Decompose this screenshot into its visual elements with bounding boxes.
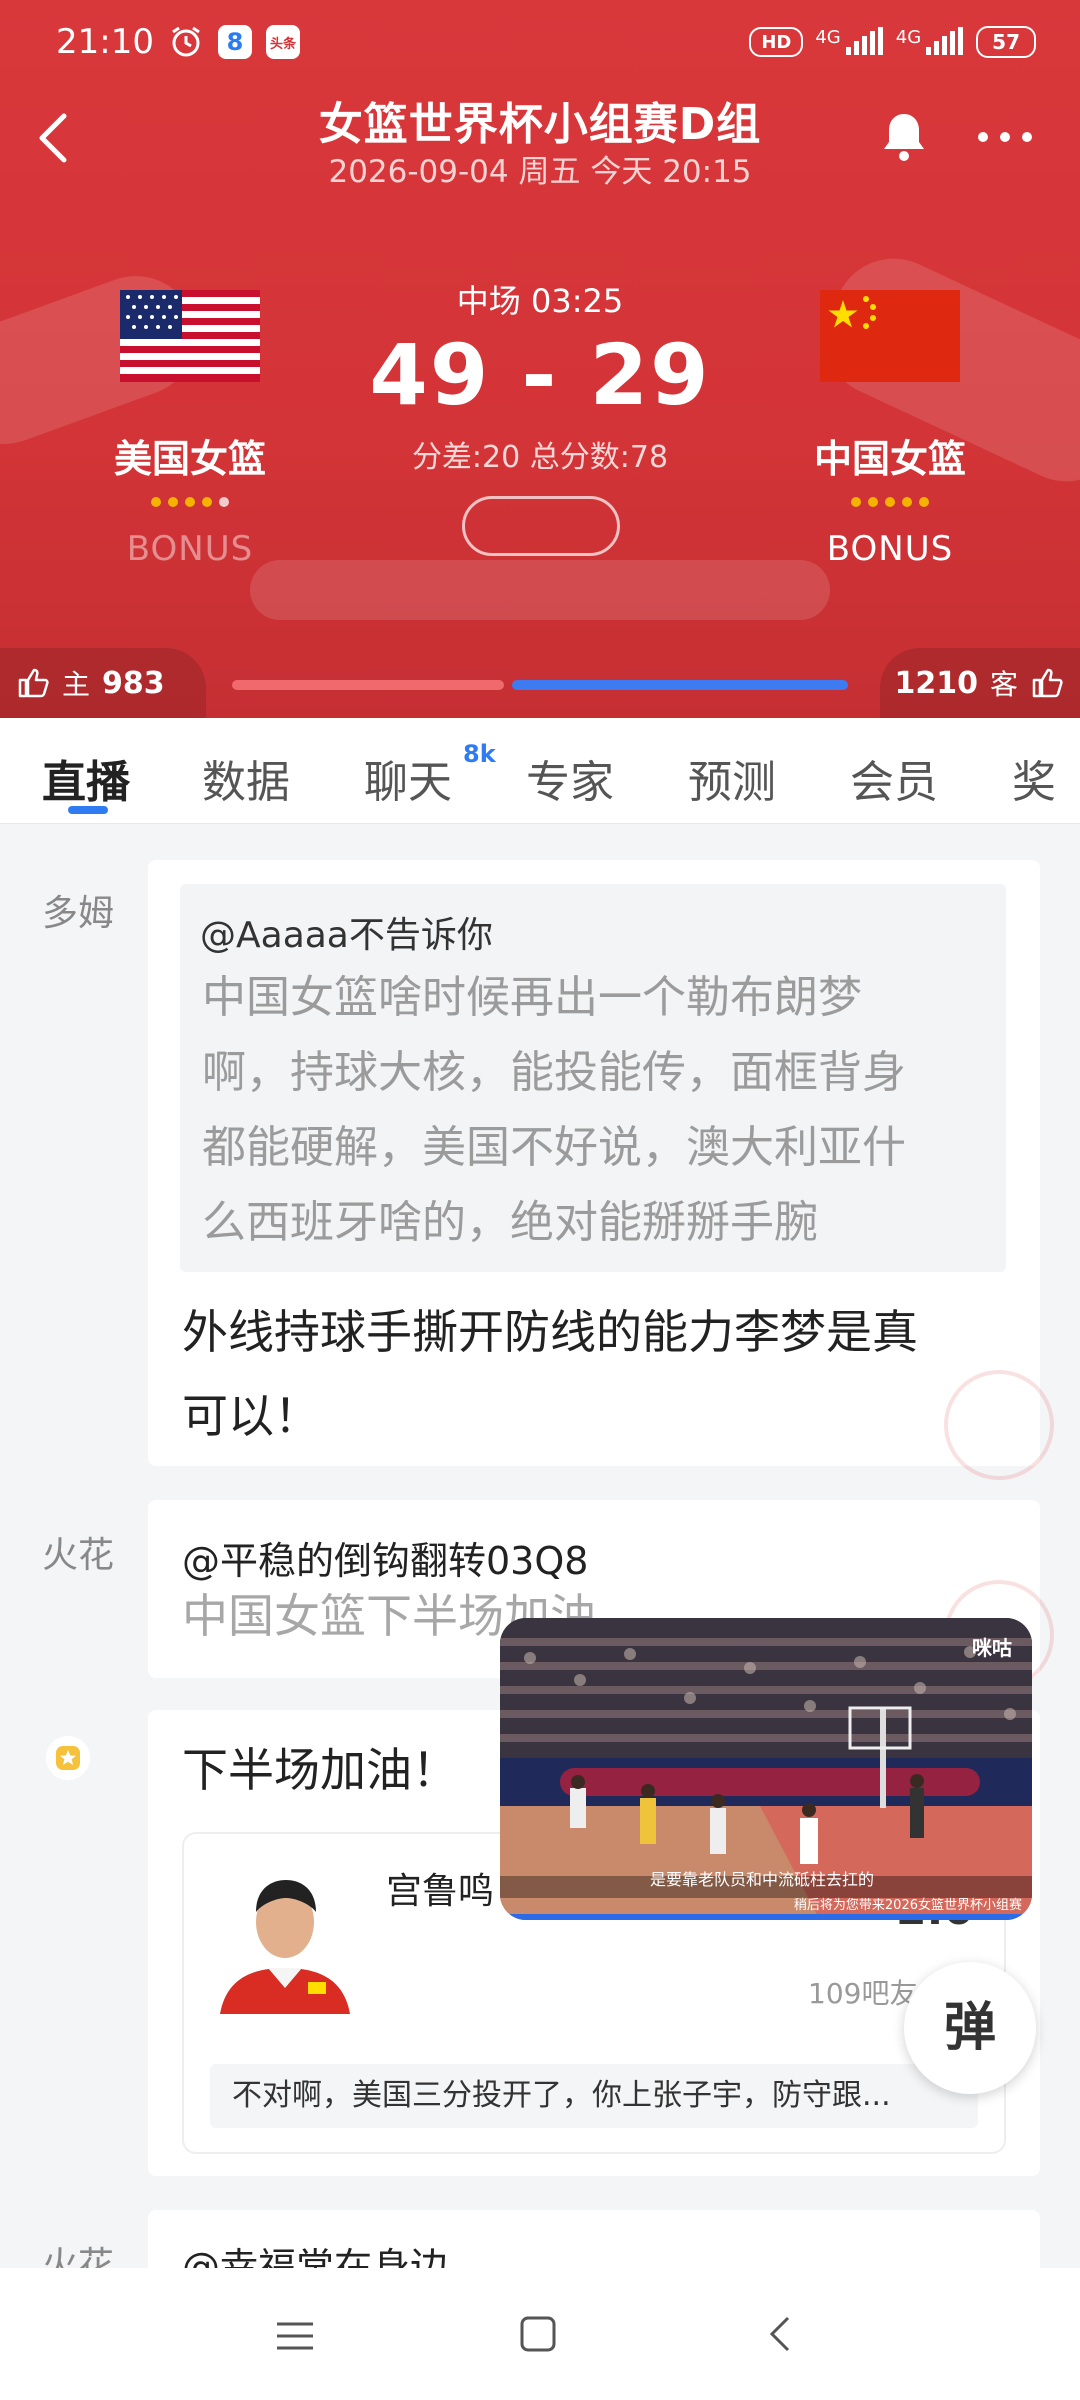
home-nav-icon[interactable] xyxy=(518,2314,558,2358)
more-icon[interactable] xyxy=(975,122,1035,152)
message-text: 外线持球手撕开防线的能力李梦是真 可以！ xyxy=(182,1305,918,1443)
network-4g-1: 4G xyxy=(815,27,883,57)
stamp-mark xyxy=(944,1370,1054,1480)
tab-data[interactable]: 数据 xyxy=(202,746,290,810)
foul-dot xyxy=(885,497,895,507)
signal-icon xyxy=(845,27,883,55)
away-support-bar xyxy=(512,680,848,690)
status-bar-left: 21:10 8 头条 xyxy=(56,14,300,70)
hd-icon: HD xyxy=(749,27,804,57)
foul-dot xyxy=(185,497,195,507)
score: 49 - 29 xyxy=(369,326,711,424)
foul-dot xyxy=(851,497,861,507)
feed-user-name[interactable]: 多姆 xyxy=(42,884,114,936)
foul-dot xyxy=(202,497,212,507)
tab-predict[interactable]: 预测 xyxy=(688,746,776,810)
chat-count-badge: 8k xyxy=(463,740,496,768)
match-header: 21:10 8 头条 HD 4G 4G 57 女篮世界杯小组赛D组 2026-0… xyxy=(0,0,1080,718)
menu-nav-icon[interactable] xyxy=(275,2316,315,2360)
foul-dot xyxy=(919,497,929,507)
app-8-icon: 8 xyxy=(217,25,252,59)
quoted-text: 中国女篮啥时候再出一个勒布朗梦 啊，持球大核，能投能传，面框背身 都能硬解，美国… xyxy=(202,972,906,1248)
toutiao-icon: 头条 xyxy=(265,25,300,59)
foul-dot xyxy=(868,497,878,507)
home-support-bar xyxy=(232,680,504,690)
tab-live[interactable]: 直播 xyxy=(42,746,130,810)
thumbs-up-icon xyxy=(1032,668,1063,698)
live-toggle-button[interactable] xyxy=(462,496,620,556)
star-badge-icon xyxy=(50,1740,86,1776)
foul-dot xyxy=(168,497,178,507)
game-clock: 中场 03:25 xyxy=(456,282,624,320)
away-support-button[interactable]: 1210 客 xyxy=(880,648,1080,718)
network-4g-2: 4G xyxy=(896,27,964,57)
system-nav-bar xyxy=(0,2268,1080,2400)
home-support-count: 983 xyxy=(102,665,165,701)
back-nav-icon[interactable] xyxy=(762,2314,802,2358)
foul-dot xyxy=(219,497,229,507)
status-bar-right: HD 4G 4G 57 xyxy=(749,14,1036,70)
decor-shape xyxy=(250,560,830,620)
feed-user-name[interactable]: 火花 xyxy=(42,1526,114,1578)
quoted-user[interactable]: @平稳的倒钩翻转03Q8 xyxy=(182,1530,588,1585)
battery-icon: 57 xyxy=(976,26,1036,58)
message-text: 下半场加油！ xyxy=(182,1743,458,1797)
video-ticker: 稍后将为您带来2026女篮世界杯小组赛 xyxy=(793,1898,1022,1913)
away-support-count: 1210 xyxy=(894,665,978,701)
foul-dot xyxy=(151,497,161,507)
danmu-toggle-button[interactable]: 弹 xyxy=(904,1962,1036,2094)
away-foul-dots xyxy=(780,497,1000,507)
signal-icon xyxy=(926,27,964,55)
clock-time: 21:10 xyxy=(56,22,154,62)
tab-member[interactable]: 会员 xyxy=(850,746,938,810)
tab-bar: 直播 数据 聊天 专家 预测 会员 奖 xyxy=(0,718,1080,824)
score-diff: 分差:20 总分数:78 xyxy=(411,440,669,475)
home-support-button[interactable]: 主 983 xyxy=(0,648,206,718)
foul-dot xyxy=(902,497,912,507)
away-bonus-label: BONUS xyxy=(826,529,954,569)
tab-experts[interactable]: 专家 xyxy=(526,746,614,810)
expert-avatar[interactable] xyxy=(210,1864,360,2014)
bell-icon[interactable] xyxy=(878,108,930,164)
migu-logo: 咪咕 xyxy=(972,1636,1012,1660)
expert-fans: 109吧友 xyxy=(808,1977,918,2010)
tab-prize[interactable]: 奖 xyxy=(1012,746,1056,810)
video-progress xyxy=(500,1914,1032,1920)
app-root: 21:10 8 头条 HD 4G 4G 57 女篮世界杯小组赛D组 2026-0… xyxy=(0,0,1080,2400)
floating-video-player[interactable]: 咪咕 是要靠老队员和中流砥柱去扛的 稍后将为您带来2026女篮世界杯小组赛 xyxy=(500,1618,1032,1920)
expert-note[interactable]: 不对啊，美国三分投开了，你上张子宇，防守跟... xyxy=(210,2064,978,2128)
tab-chat[interactable]: 聊天 xyxy=(364,746,452,810)
alarm-icon xyxy=(168,24,204,60)
thumbs-up-icon xyxy=(18,668,49,698)
quoted-user[interactable]: @Aaaaa不告诉你 xyxy=(200,906,493,958)
active-tab-indicator xyxy=(68,806,108,814)
video-caption: 是要靠老队员和中流砥柱去扛的 xyxy=(650,1870,875,1889)
expert-name[interactable]: 宫鲁鸣 xyxy=(386,1862,494,1914)
home-foul-dots xyxy=(80,497,300,507)
home-bonus-label: BONUS xyxy=(126,529,254,569)
